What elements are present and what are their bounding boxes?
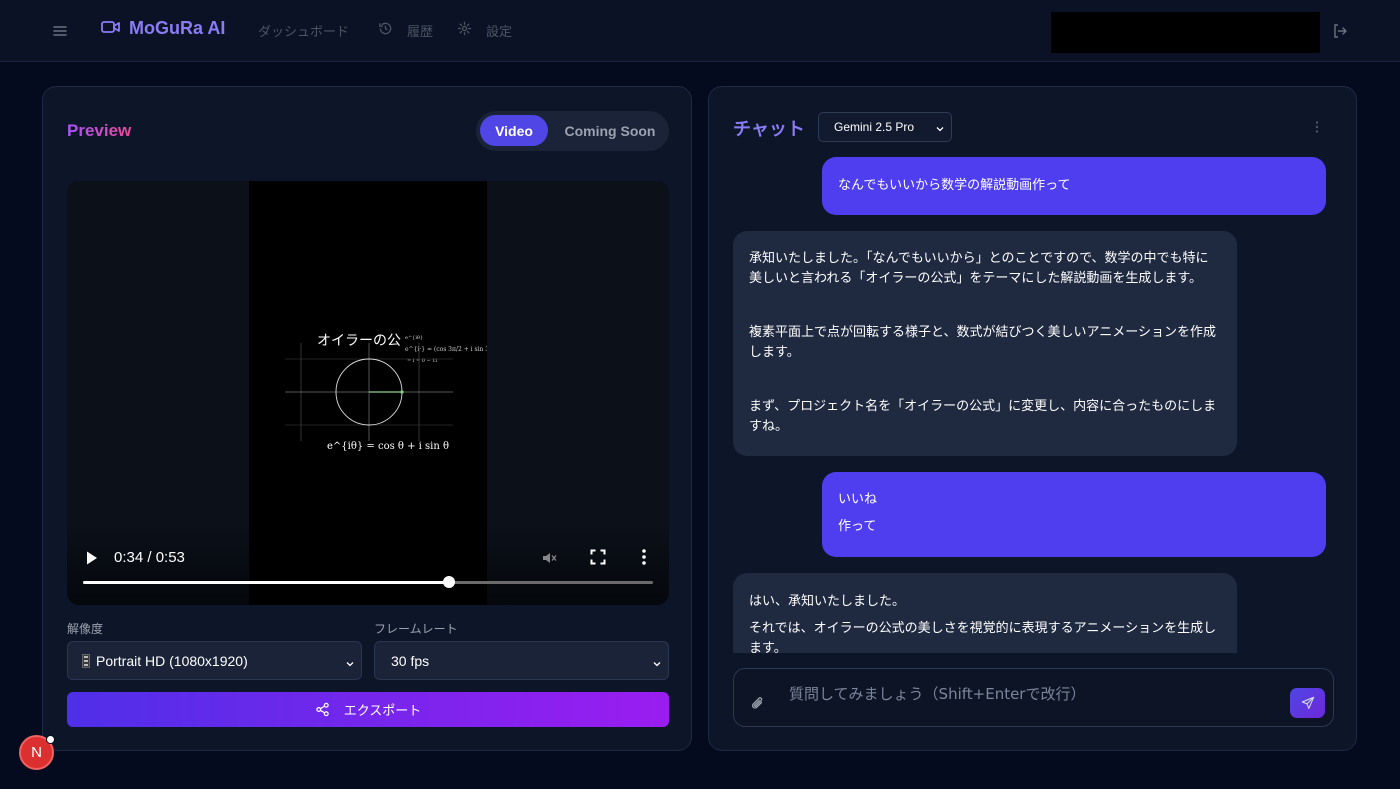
paperclip-icon[interactable] [751, 695, 765, 711]
nav-history[interactable]: 履歴 [378, 21, 433, 40]
history-icon [378, 21, 393, 40]
top-header: MoGuRa AI ダッシュボード 履歴 設定 [0, 0, 1400, 62]
badge-status-dot [46, 735, 55, 744]
framerate-select[interactable]: 30 fps [374, 641, 669, 680]
seek-handle[interactable] [442, 576, 455, 588]
model-value: Gemini 2.5 Pro [834, 120, 915, 134]
brand[interactable]: MoGuRa AI [101, 18, 225, 39]
fullscreen-icon[interactable] [590, 549, 606, 565]
preview-mode-toggle: Video Coming Soon [476, 111, 669, 151]
message-text: 作って [838, 519, 877, 534]
film-icon [82, 653, 90, 668]
preview-title: Preview [67, 121, 132, 140]
menu-icon[interactable] [52, 23, 68, 39]
video-camera-icon [101, 19, 121, 39]
chat-message-assistant: はい、承知いたしました。 それでは、オイラーの公式の美しさを視覚的に表現するアニ… [733, 573, 1237, 653]
volume-muted-icon[interactable] [541, 549, 559, 567]
kebab-menu-icon[interactable] [1313, 119, 1321, 133]
framerate-value: 30 fps [391, 652, 430, 669]
logout-icon[interactable] [1332, 23, 1348, 39]
frame-title: オイラーの公 [317, 333, 401, 349]
chat-message-assistant: 承知いたしました。「なんでもいいから」とのことですので、数学の中でも特に美しいと… [733, 231, 1237, 456]
tab-coming-soon[interactable]: Coming Soon [556, 115, 664, 146]
export-label: エクスポート [343, 704, 422, 719]
send-icon [1301, 696, 1315, 710]
chevron-down-icon [652, 656, 662, 667]
frame-formula: e^{iθ} = cos θ + i sin θ [327, 441, 449, 452]
svg-text:e^{i·} = (cos 3π/2 + i sin 3π/: e^{i·} = (cos 3π/2 + i sin 3π/2) [405, 346, 487, 353]
brand-name: MoGuRa AI [129, 18, 226, 38]
preview-panel: Preview Video Coming Soon オイラーの公 e^{iθ} … [42, 86, 692, 751]
video-time: 0:34 / 0:53 [114, 549, 185, 566]
message-text: なんでもいいから数学の解説動画作って [838, 178, 1071, 193]
nav-settings-label: 設定 [486, 25, 513, 40]
seek-bar[interactable] [83, 576, 653, 588]
export-button[interactable]: エクスポート [67, 692, 669, 727]
message-text: それでは、オイラーの公式の美しさを視覚的に表現するアニメーションを生成します。 [749, 621, 1217, 653]
framerate-label: フレームレート [374, 622, 458, 636]
message-text: いいね [838, 492, 878, 507]
chevron-down-icon [935, 123, 945, 133]
chat-messages[interactable]: なんでもいいから数学の解説動画作って 承知いたしました。「なんでもいいから」との… [733, 157, 1333, 653]
svg-text:e^{iθ}: e^{iθ} [405, 334, 423, 341]
chat-title: チャット [733, 119, 805, 139]
message-text: はい、承知いたしました。 [749, 594, 906, 609]
resolution-select[interactable]: Portrait HD (1080x1920) [67, 641, 362, 680]
gear-icon [457, 21, 472, 40]
nav-dashboard[interactable]: ダッシュボード [258, 21, 349, 40]
nav-settings[interactable]: 設定 [457, 21, 512, 40]
tab-video[interactable]: Video [480, 115, 548, 146]
message-text: 承知いたしました。「なんでもいいから」とのことですので、数学の中でも特に美しいと… [749, 251, 1209, 286]
seek-progress [83, 581, 449, 584]
message-text: まず、プロジェクト名を「オイラーの公式」に変更し、内容に合ったものにしますね。 [749, 399, 1217, 434]
chat-input-box[interactable] [733, 668, 1334, 727]
chat-input[interactable] [789, 685, 1269, 703]
redacted-account-area [1051, 12, 1320, 53]
message-text: 複素平面上で点が回転する様子と、数式が結びつく美しいアニメーションを作成します。 [749, 325, 1216, 360]
resolution-label: 解像度 [67, 622, 104, 636]
video-player[interactable]: オイラーの公 e^{iθ} e^{i·} = (cos 3π/2 + i sin… [67, 181, 669, 605]
chevron-down-icon [345, 656, 355, 667]
model-select[interactable]: Gemini 2.5 Pro [818, 112, 952, 142]
nav-dashboard-label: ダッシュボード [258, 25, 350, 40]
chat-panel: チャット Gemini 2.5 Pro なんでもいいから数学の解説動画作って 承… [708, 86, 1357, 751]
resolution-value: Portrait HD (1080x1920) [96, 652, 248, 669]
chat-message-user: いいね 作って [822, 472, 1326, 557]
play-icon[interactable] [85, 550, 99, 566]
chat-message-user: なんでもいいから数学の解説動画作って [822, 157, 1326, 215]
share-icon [315, 702, 330, 717]
more-options-icon[interactable] [640, 548, 648, 566]
send-button[interactable] [1290, 688, 1325, 718]
nav-history-label: 履歴 [407, 25, 434, 40]
